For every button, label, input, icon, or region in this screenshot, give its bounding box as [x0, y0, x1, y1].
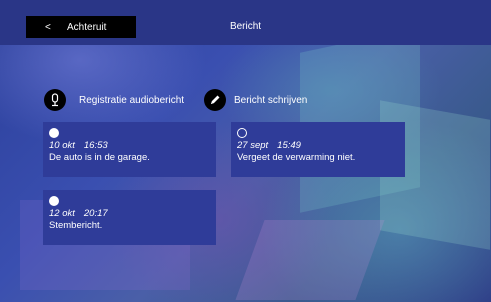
- write-message-label: Bericht schrijven: [234, 94, 308, 106]
- message-text: Stembericht.: [49, 220, 103, 231]
- message-time: 20:17: [83, 208, 108, 219]
- record-audio-message-button[interactable]: Registratie audiobericht: [44, 88, 184, 112]
- message-text: Vergeet de verwarming niet.: [237, 152, 356, 163]
- message-card[interactable]: 27 sept 15:49 Vergeet de verwarming niet…: [231, 122, 405, 177]
- message-card[interactable]: 10 okt 16:53 De auto is in de garage.: [43, 122, 216, 177]
- message-time: 16:53: [83, 140, 108, 151]
- message-card[interactable]: 12 okt 20:17 Stembericht.: [43, 190, 216, 245]
- record-audio-message-label: Registratie audiobericht: [79, 94, 185, 106]
- message-date: 27 sept: [237, 140, 269, 151]
- message-date: 12 okt: [49, 208, 75, 219]
- read-indicator-icon: [237, 128, 247, 138]
- write-message-button[interactable]: Bericht schrijven: [204, 88, 307, 112]
- message-timestamp: 10 okt 16:53: [49, 140, 216, 151]
- header-bar: < Achteruit Bericht: [0, 0, 491, 45]
- background-decoration: [235, 220, 385, 300]
- message-text: De auto is in de garage.: [49, 152, 150, 163]
- message-timestamp: 12 okt 20:17: [49, 208, 216, 219]
- message-date: 10 okt: [49, 140, 75, 151]
- unread-indicator-icon: [49, 128, 59, 138]
- page-title: Bericht: [229, 21, 262, 32]
- unread-indicator-icon: [49, 196, 59, 206]
- message-time: 15:49: [277, 140, 301, 151]
- screen-background: < Achteruit Bericht Registratie audiober…: [0, 0, 491, 302]
- microphone-icon: [44, 89, 66, 111]
- message-timestamp: 27 sept 15:49: [237, 140, 405, 151]
- pencil-icon: [204, 89, 226, 111]
